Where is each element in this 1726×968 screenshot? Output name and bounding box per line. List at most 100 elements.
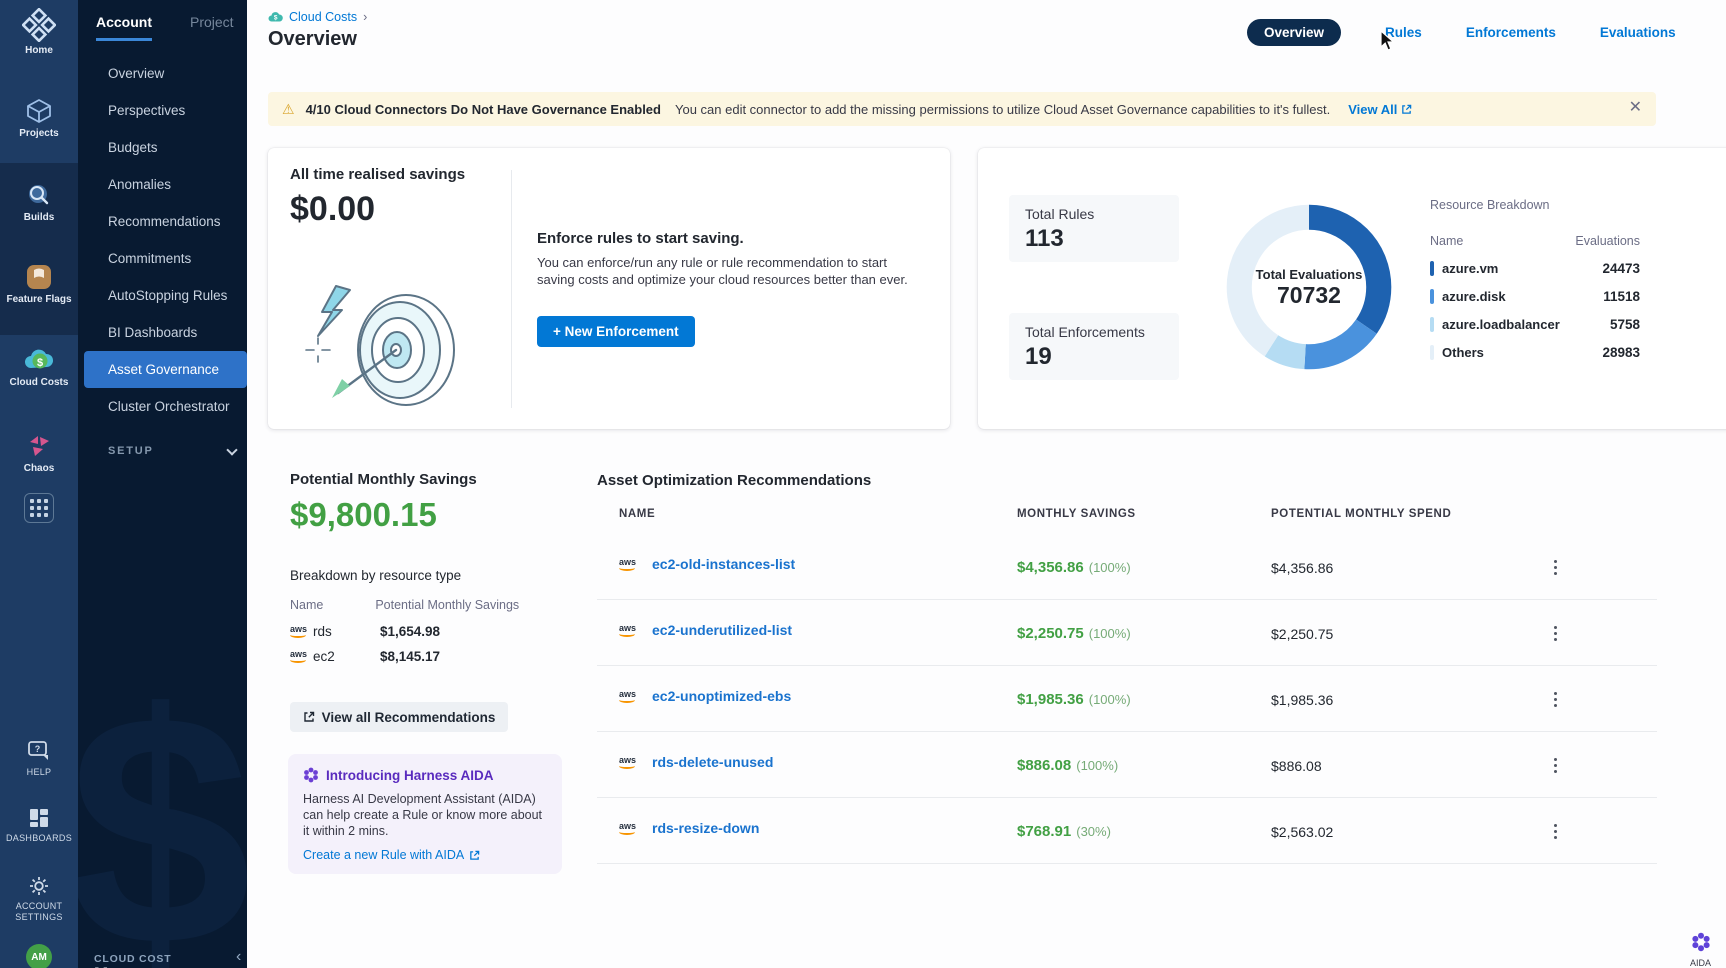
cloud-costs-breadcrumb-icon: $ [268,11,283,23]
aida-title-text: Introducing Harness AIDA [326,768,494,783]
resource-value: 11518 [1603,289,1640,304]
projects-cube-icon [0,97,78,125]
legend-swatch [1430,317,1434,332]
svg-text:?: ? [35,744,41,754]
rail-item-label: ACCOUNT SETTINGS [7,901,71,923]
sidebar-setup-toggle[interactable]: SETUP [108,445,228,457]
aws-icon: aws [619,558,636,571]
rail-item-home[interactable]: Home [0,8,78,56]
aws-icon: aws [619,822,636,835]
warning-icon: ⚠ [282,101,295,118]
sidebar-item-autostopping-rules[interactable]: AutoStopping Rules [78,277,247,314]
aida-flower-icon [303,767,319,783]
banner-view-all-link[interactable]: View All [1348,102,1412,117]
chaos-icon [0,432,78,460]
rail-item-builds[interactable]: Builds [0,181,78,223]
rail-item-dashboards[interactable]: DASHBOARDS [0,806,78,844]
resource-savings: $1,654.98 [380,624,440,639]
row-menu-kebab-icon[interactable] [1545,754,1565,776]
potential-spend-value: $1,985.36 [1271,692,1333,708]
user-avatar[interactable]: AM [26,944,52,968]
aida-corner-button[interactable]: AIDA [1690,932,1711,968]
legend-swatch [1430,289,1434,304]
aws-icon: aws [619,756,636,769]
sidebar-item-budgets[interactable]: Budgets [78,129,247,166]
breakdown-row: awsrds $1,654.98 [290,624,580,639]
savings-card-title: All time realised savings [290,166,465,183]
rail-item-account-settings[interactable]: ACCOUNT SETTINGS [0,874,78,923]
sidebar-item-recommendations[interactable]: Recommendations [78,203,247,240]
recommendation-link[interactable]: ec2-old-instances-list [652,556,795,572]
governance-stats-card: Total Rules 113 Total Enforcements 19 To… [978,148,1726,429]
rail-item-projects[interactable]: Projects [0,97,78,139]
rail-item-cloud-costs[interactable]: $ Cloud Costs [0,346,78,388]
sidebar-item-asset-governance[interactable]: Asset Governance [84,351,247,388]
monthly-savings-value: $2,250.75 [1017,625,1084,642]
rail-item-chaos[interactable]: Chaos [0,432,78,474]
potential-spend-value: $2,250.75 [1271,626,1333,642]
donut-value: 70732 [1216,282,1402,309]
monthly-savings-value: $4,356.86 [1017,559,1084,576]
recommendation-row: awsec2-old-instances-list $4,356.86(100%… [597,534,1657,600]
sidebar-item-commitments[interactable]: Commitments [78,240,247,277]
page-tabs: Overview Rules Enforcements Evaluations [1247,19,1676,46]
col-name: Name [1430,234,1463,248]
aws-icon: aws [619,624,636,637]
recommendation-link[interactable]: rds-delete-unused [652,754,773,770]
total-rules-box: Total Rules 113 [1009,195,1179,262]
resource-name: Others [1442,345,1484,360]
help-chat-icon: ? [0,740,78,764]
row-menu-kebab-icon[interactable] [1545,556,1565,578]
rail-item-user[interactable]: AM [0,944,78,968]
new-enforcement-button[interactable]: + New Enforcement [537,316,695,347]
col-potential-savings: Potential Monthly Savings [375,598,519,612]
aida-create-rule-link[interactable]: Create a new Rule with AIDA [303,848,547,862]
tab-account[interactable]: Account [96,14,152,41]
tab-project[interactable]: Project [190,14,234,41]
sidebar-item-anomalies[interactable]: Anomalies [78,166,247,203]
sidebar-item-perspectives[interactable]: Perspectives [78,92,247,129]
aida-corner-label: AIDA [1690,958,1711,968]
sidebar-item-cluster-orchestrator[interactable]: Cluster Orchestrator [78,388,247,425]
col-name: Name [290,598,323,612]
row-menu-kebab-icon[interactable] [1545,688,1565,710]
tab-overview[interactable]: Overview [1247,19,1341,46]
sidebar-item-bi-dashboards[interactable]: BI Dashboards [78,314,247,351]
dashboards-icon [0,806,78,830]
total-rules-value: 113 [1025,225,1163,253]
dollar-watermark: $ [78,640,247,968]
aida-card-body: Harness AI Development Assistant (AIDA) … [303,791,547,839]
chevron-down-icon [226,444,237,455]
breadcrumb-link[interactable]: Cloud Costs [289,10,357,24]
apps-grid-icon [24,493,54,523]
recommendation-link[interactable]: ec2-underutilized-list [652,622,792,638]
page-title: Overview [268,28,357,51]
row-menu-kebab-icon[interactable] [1545,820,1565,842]
resource-name: azure.disk [1442,289,1506,304]
scope-tabs: Account Project [96,14,236,41]
cloud-costs-sidebar: Account Project Overview Perspectives Bu… [78,0,247,968]
recommendation-link[interactable]: rds-resize-down [652,820,759,836]
rail-item-feature-flags[interactable]: Feature Flags [0,263,78,305]
total-enforcements-label: Total Enforcements [1025,324,1163,340]
total-rules-label: Total Rules [1025,206,1163,222]
row-menu-kebab-icon[interactable] [1545,622,1565,644]
enforce-cta-body: You can enforce/run any rule or rule rec… [537,254,927,288]
builds-icon [0,181,78,209]
recommendation-row: awsrds-delete-unused $886.08(100%) $886.… [597,732,1657,798]
rail-item-apps[interactable] [0,493,78,523]
tab-evaluations[interactable]: Evaluations [1600,25,1676,40]
resource-value: 28983 [1602,345,1640,360]
sidebar-item-overview[interactable]: Overview [78,55,247,92]
recommendation-link[interactable]: ec2-unoptimized-ebs [652,688,791,704]
rail-item-help[interactable]: ? HELP [0,740,78,778]
svg-text:$: $ [37,357,43,369]
tab-rules[interactable]: Rules [1385,25,1422,40]
close-icon[interactable]: ✕ [1629,100,1642,116]
tab-enforcements[interactable]: Enforcements [1466,25,1556,40]
sidebar-collapse-chevron[interactable]: ‹ [236,948,241,966]
monthly-savings-value: $768.91 [1017,823,1071,840]
resource-type: ec2 [313,649,335,664]
view-all-recommendations-button[interactable]: View all Recommendations [290,702,508,732]
resource-savings: $8,145.17 [380,649,440,664]
